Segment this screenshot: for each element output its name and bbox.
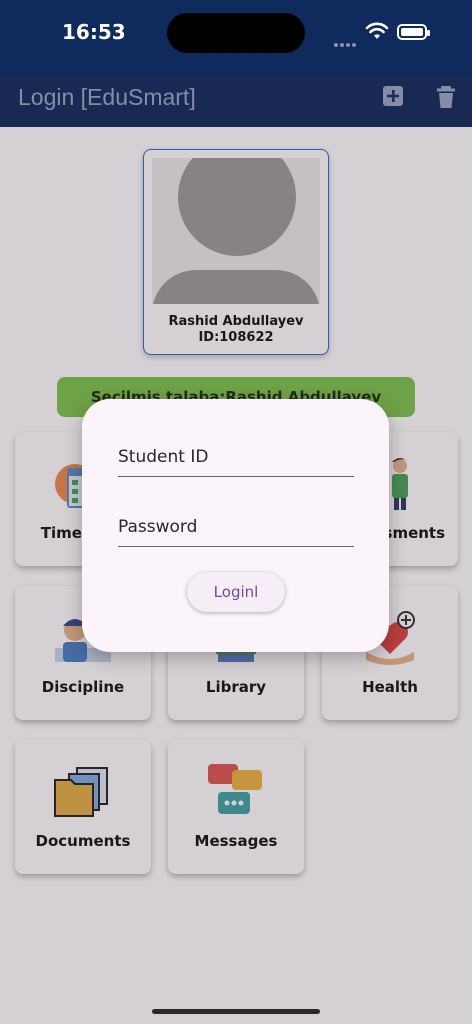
dynamic-island [167, 13, 305, 53]
login-dialog: Loginl [82, 399, 389, 652]
login-button[interactable]: Loginl [187, 572, 285, 612]
password-field[interactable] [118, 507, 354, 547]
status-bar: 16:53 [0, 0, 472, 75]
student-id-field[interactable] [118, 437, 354, 477]
wifi-icon [365, 22, 389, 39]
battery-icon [397, 24, 430, 40]
cellular-signal-icon [334, 34, 358, 52]
home-indicator [152, 1009, 320, 1014]
status-time: 16:53 [62, 20, 126, 44]
